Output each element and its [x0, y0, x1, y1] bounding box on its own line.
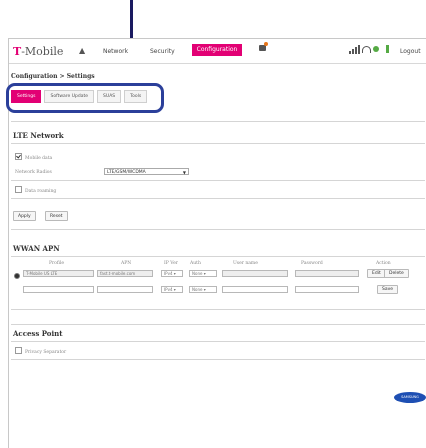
tab-suas[interactable]: SUAS [97, 90, 122, 103]
status-icon [373, 46, 379, 52]
tab-settings[interactable]: Settings [11, 90, 42, 103]
network-radios-label: Network Radios [15, 170, 52, 175]
divider [11, 229, 425, 230]
router-admin-window: T-Mobile ▲ Network Security Configuratio… [6, 38, 426, 448]
save-button[interactable]: Save [377, 285, 399, 294]
apn-password-field[interactable] [295, 270, 359, 277]
new-password-field[interactable] [295, 286, 359, 293]
nav-network[interactable]: Network [103, 48, 128, 55]
apn-ipver-select[interactable]: IPv4 ▾ [161, 270, 183, 277]
divider [11, 198, 425, 199]
new-profile-field[interactable] [23, 286, 94, 293]
divider [11, 143, 425, 144]
edit-button[interactable]: Edit [367, 269, 386, 278]
data-roaming-option[interactable]: Data roaming [15, 186, 56, 194]
new-ipver-select[interactable]: IPv4 ▾ [161, 286, 183, 293]
column-apn: APN [121, 261, 132, 266]
divider [11, 180, 425, 181]
top-navigation: T-Mobile ▲ Network Security Configuratio… [9, 39, 426, 64]
wifi-icon [362, 46, 371, 53]
battery-icon [386, 45, 389, 53]
signal-strength-icon [349, 45, 360, 54]
wwan-apn-heading: WWAN APN [13, 244, 60, 253]
breadcrumb: Configuration > Settings [11, 73, 95, 80]
new-apn-field[interactable] [97, 286, 153, 293]
divider [11, 324, 425, 325]
lte-network-heading: LTE Network [13, 131, 64, 140]
column-user-name: User name [233, 261, 258, 266]
apn-auth-select[interactable]: None ▾ [189, 270, 217, 277]
logout-link[interactable]: Logout [400, 48, 421, 55]
access-point-heading: Access Point [13, 329, 63, 338]
apply-button[interactable]: Apply [13, 211, 36, 221]
divider [11, 121, 425, 122]
privacy-separator-option[interactable]: Privacy Separator [15, 347, 66, 355]
privacy-separator-checkbox[interactable] [15, 347, 22, 354]
divider [11, 341, 425, 342]
divider [11, 359, 425, 360]
reset-button[interactable]: Reset [45, 211, 68, 221]
apn-profile-field[interactable]: T-Mobile US LTE [23, 270, 94, 277]
config-subtabs: Settings Software Update SUAS Tools [11, 90, 148, 103]
divider [11, 309, 425, 310]
home-icon[interactable]: ▲ [79, 46, 85, 55]
apn-username-field[interactable] [222, 270, 288, 277]
nav-security[interactable]: Security [150, 48, 175, 55]
samsung-logo: SAMSUNG [394, 392, 426, 403]
column-password: Password [301, 261, 323, 266]
network-radios-select[interactable]: LTE/GSM/WCDMA ▼ [104, 168, 189, 175]
apn-select-radio[interactable] [14, 273, 20, 279]
new-username-field[interactable] [222, 286, 288, 293]
notification-dot-icon [264, 42, 268, 46]
column-profile: Profile [49, 261, 64, 266]
chevron-down-icon: ▼ [182, 170, 186, 175]
data-roaming-checkbox[interactable] [15, 186, 22, 193]
mobile-data-option[interactable]: Mobile data [15, 153, 52, 161]
tab-software-update[interactable]: Software Update [44, 90, 95, 103]
tab-tools[interactable]: Tools [124, 90, 148, 103]
nav-configuration[interactable]: Configuration [192, 44, 242, 56]
new-auth-select[interactable]: None ▾ [189, 286, 217, 293]
column-action: Action [376, 261, 391, 266]
delete-button[interactable]: Delete [384, 269, 409, 278]
mobile-data-checkbox[interactable] [15, 153, 22, 160]
column-ip-ver: IP Ver [164, 261, 178, 266]
tmobile-logo: T-Mobile [13, 45, 64, 58]
column-auth: Auth [190, 261, 201, 266]
apn-apn-field[interactable]: fast.t-mobile.com [97, 270, 153, 277]
divider [11, 256, 425, 257]
